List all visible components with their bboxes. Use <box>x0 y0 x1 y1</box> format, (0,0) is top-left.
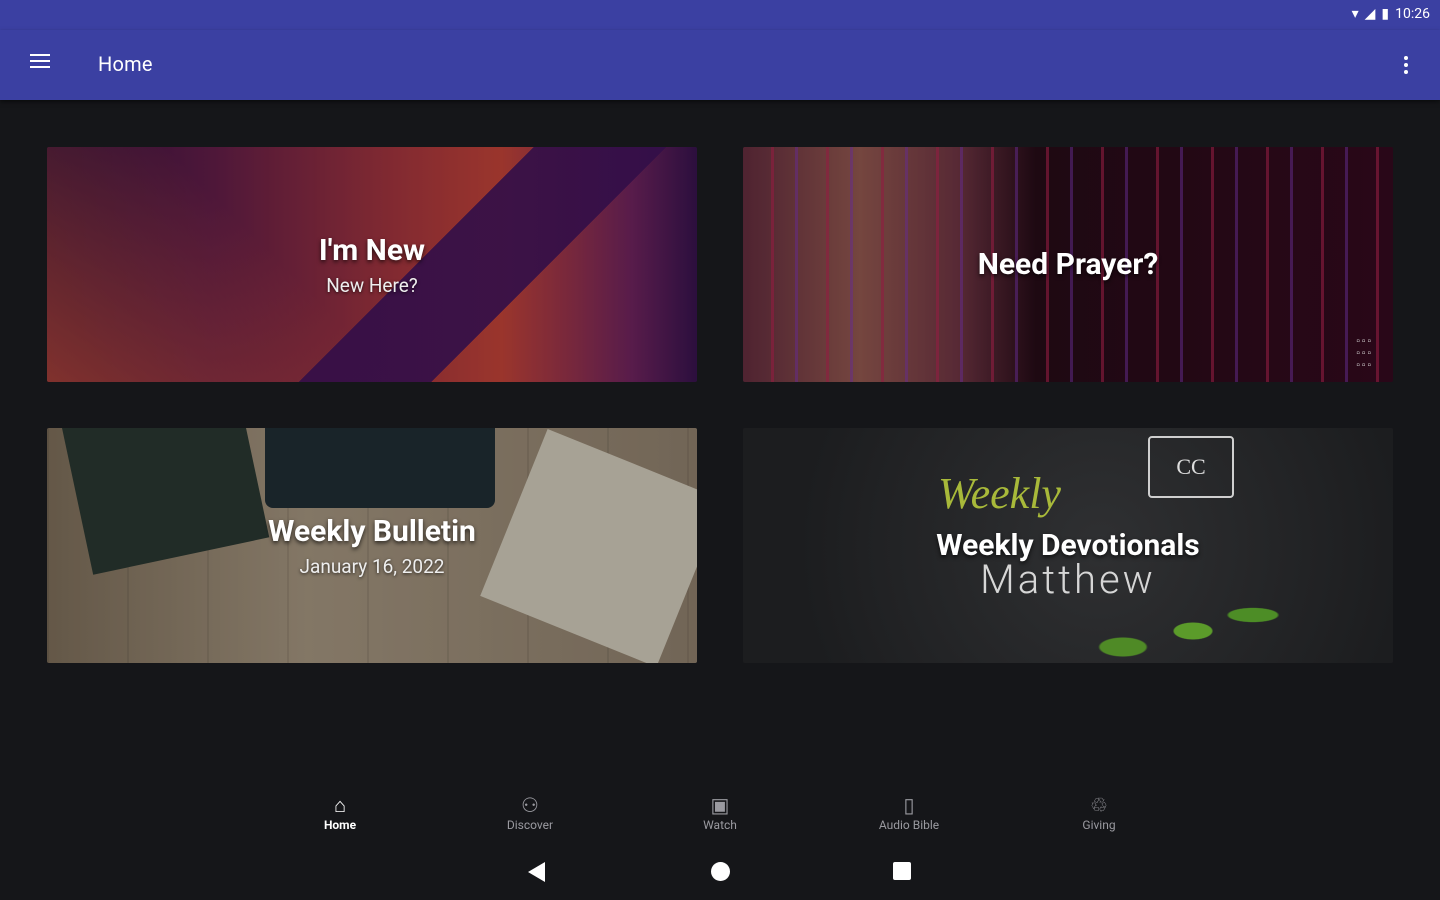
card-weekly-devotionals[interactable]: CC Weekly Weekly Devotionals Matthew <box>743 428 1393 663</box>
card-need-prayer[interactable]: Need Prayer? ▫▫▫ ▫▫▫ ▫▫▫ <box>743 147 1393 382</box>
nav-item-discover[interactable]: ⚇ Discover <box>470 792 590 832</box>
app-bar: Home <box>0 30 1440 100</box>
card-subtitle: January 16, 2022 <box>299 555 445 578</box>
bottom-navigation: ⌂ Home ⚇ Discover ▣ Watch ▯ Audio Bible … <box>0 780 1440 840</box>
nav-item-giving[interactable]: ♲ Giving <box>1039 792 1159 832</box>
card-weekly-bulletin[interactable]: Weekly Bulletin January 16, 2022 <box>47 428 697 663</box>
nav-label: Home <box>323 818 357 832</box>
card-text: Weekly Bulletin January 16, 2022 <box>47 514 697 578</box>
recent-apps-icon[interactable] <box>893 862 911 880</box>
signal-icon: ◢ <box>1364 6 1376 22</box>
home-circle-icon[interactable] <box>711 862 730 881</box>
book-icon: ▯ <box>903 793 915 817</box>
card-title: Weekly Bulletin <box>268 514 476 549</box>
nav-item-watch[interactable]: ▣ Watch <box>660 792 780 832</box>
status-time: 10:26 <box>1395 6 1430 22</box>
church-logo: CC <box>1148 436 1234 498</box>
card-im-new[interactable]: I'm New New Here? <box>47 147 697 382</box>
leaves-image <box>1083 583 1283 663</box>
page-title: Home <box>98 52 153 76</box>
card-text: Need Prayer? <box>743 247 1393 282</box>
nav-label: Discover <box>506 818 554 832</box>
status-bar: ▾ ◢ ▮ 10:26 <box>0 0 1440 30</box>
grid-dots-icon: ▫▫▫ ▫▫▫ ▫▫▫ <box>1356 336 1373 371</box>
nav-item-audio-bible[interactable]: ▯ Audio Bible <box>849 792 969 832</box>
video-icon: ▣ <box>710 793 730 817</box>
wifi-icon: ▾ <box>1351 6 1359 22</box>
home-icon: ⌂ <box>333 793 347 817</box>
card-text: I'm New New Here? <box>47 233 697 297</box>
card-title: Need Prayer? <box>977 247 1159 282</box>
nav-item-home[interactable]: ⌂ Home <box>280 792 400 832</box>
hamburger-menu-icon[interactable] <box>24 50 58 80</box>
battery-icon: ▮ <box>1381 6 1390 22</box>
script-text: Weekly <box>938 469 1061 518</box>
system-navigation-bar <box>0 852 1440 900</box>
nav-label: Audio Bible <box>878 818 940 832</box>
card-title: I'm New <box>318 233 426 268</box>
back-icon[interactable] <box>528 862 545 882</box>
more-vert-icon[interactable] <box>1392 50 1420 80</box>
series-name: Matthew <box>980 556 1156 603</box>
nav-label: Watch <box>703 818 737 832</box>
card-subtitle: New Here? <box>326 274 418 297</box>
giving-hand-icon: ♲ <box>1090 793 1108 817</box>
nav-label: Giving <box>1082 818 1116 832</box>
logo-text: CC <box>1176 454 1206 479</box>
people-icon: ⚇ <box>521 793 539 817</box>
